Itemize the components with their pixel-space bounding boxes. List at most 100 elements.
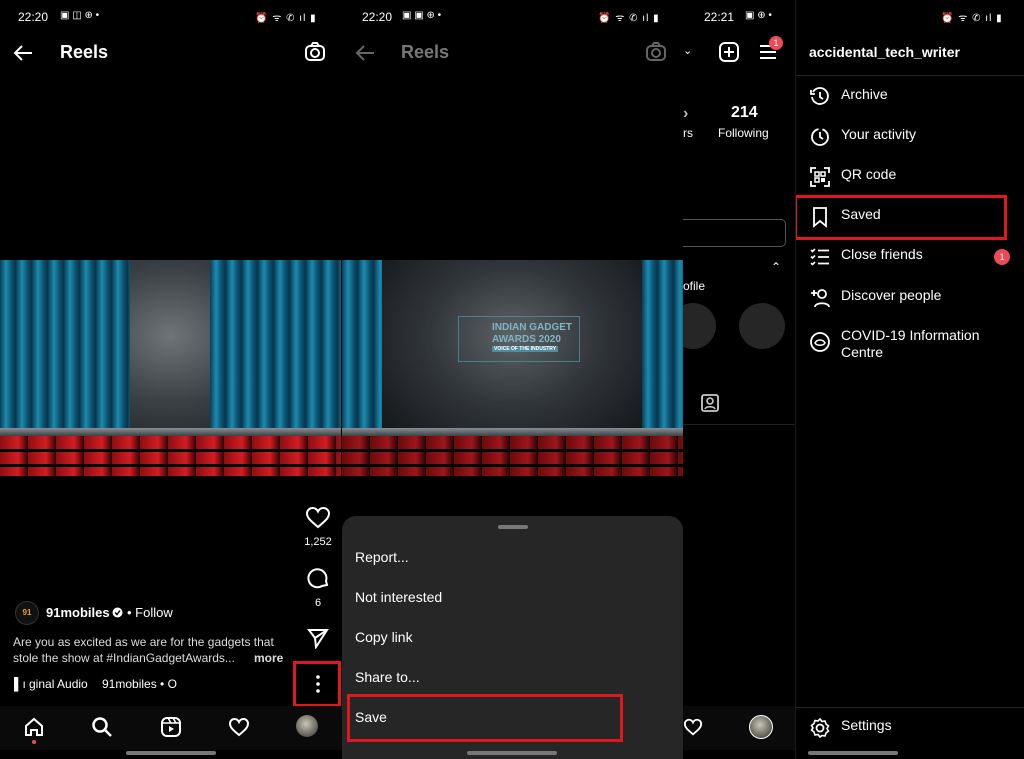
search-icon[interactable]: [91, 716, 113, 738]
menu-label: Close friends: [841, 246, 923, 262]
author-name[interactable]: 91mobiles: [46, 605, 110, 620]
status-icons-left: ▣ ▣ ⊕ •: [402, 10, 442, 21]
author-avatar[interactable]: 91: [15, 601, 39, 625]
comment-count: 6: [314, 597, 322, 609]
menu-discover-people[interactable]: Discover people: [809, 287, 941, 309]
caption-line-1: Are you as excited as we are for the gad…: [13, 635, 274, 649]
page-title: Reels: [401, 42, 450, 62]
gear-icon: [810, 717, 830, 739]
suggested-account-avatar[interactable]: [683, 303, 716, 349]
home-indicator: [126, 751, 216, 755]
side-menu-panel: ⏰ ᯤ ✆ ıl ▮ accidental_tech_writer Archiv…: [795, 0, 1024, 759]
following-count[interactable]: 214: [731, 104, 758, 122]
menu-label: COVID-19 Information: [841, 327, 980, 343]
profile-panel: 22:21 ▣ ⊕ • ⌄ 1 › rs 214 Following ⌃ ofi…: [683, 0, 795, 759]
menu-label: Archive: [841, 86, 888, 102]
profile-avatar[interactable]: [749, 715, 773, 739]
menu-label: Discover people: [841, 287, 942, 303]
like-heart-icon[interactable]: [305, 506, 331, 530]
tagged-icon[interactable]: [700, 393, 720, 413]
covid-info-icon: [810, 332, 830, 352]
more-options-highlight: [293, 661, 341, 707]
close-friends-icon: [810, 248, 829, 266]
profile-partial-text: ofile: [683, 279, 706, 293]
menu-report[interactable]: Report...: [355, 549, 409, 565]
bottom-nav: [0, 706, 342, 750]
video-logo-line-1: INDIAN GADGET: [492, 322, 572, 333]
caption-more-link[interactable]: more: [254, 651, 283, 665]
home-indicator: [808, 751, 898, 755]
camera-icon[interactable]: [304, 41, 326, 63]
add-person-icon: [811, 289, 830, 308]
share-send-icon[interactable]: [307, 627, 329, 649]
status-time: 22:20: [362, 10, 393, 24]
home-icon[interactable]: [23, 716, 45, 738]
reel-video[interactable]: [0, 260, 341, 476]
status-icons-right: ⏰ ᯤ ✆ ıl ▮: [941, 13, 1003, 24]
comment-icon[interactable]: [306, 566, 330, 590]
menu-close-friends[interactable]: Close friends: [809, 246, 923, 268]
back-arrow-icon[interactable]: [354, 42, 376, 64]
qr-code-icon: [810, 167, 830, 187]
back-arrow-icon[interactable]: [12, 42, 34, 64]
archive-icon: [810, 87, 829, 105]
status-icons-left: ▣ ◫ ⊕ •: [60, 10, 100, 21]
followers-count-partial: ›: [683, 105, 689, 122]
menu-copy-link[interactable]: Copy link: [355, 629, 413, 645]
username-heading: accidental_tech_writer: [809, 44, 960, 60]
reels-panel-1: 22:20 ▣ ◫ ⊕ • ⏰ ᯤ ✆ ıl ▮ Reels 1,252 6 9…: [0, 0, 342, 759]
menu-your-activity[interactable]: Your activity: [809, 126, 916, 148]
following-label[interactable]: Following: [718, 126, 769, 140]
create-post-icon[interactable]: [718, 41, 740, 63]
status-icons-right: ⏰ ᯤ ✆ ıl ▮: [598, 13, 660, 24]
options-bottom-sheet: Report... Not interested Copy link Share…: [342, 516, 683, 759]
audio-text[interactable]: ginal Audio: [29, 677, 88, 691]
menu-share-to[interactable]: Share to...: [355, 669, 420, 685]
reel-video[interactable]: INDIAN GADGET AWARDS 2020 VOICE OF THE I…: [342, 260, 683, 476]
heart-icon[interactable]: [683, 717, 703, 737]
bottom-nav: [683, 706, 795, 750]
menu-label: QR code: [841, 166, 897, 182]
divider: [683, 424, 795, 425]
followers-label-partial[interactable]: rs: [683, 126, 693, 140]
caption-line-2: stole the show at #IndianGadgetAwards...: [13, 651, 235, 665]
follow-link[interactable]: • Follow: [127, 605, 173, 620]
close-friends-badge: 1: [994, 249, 1010, 265]
activity-icon: [811, 128, 829, 146]
menu-covid-info[interactable]: COVID-19 Information Centre: [809, 327, 980, 361]
settings-label: Settings: [841, 717, 892, 733]
audio-author[interactable]: 91mobiles • O: [102, 677, 177, 691]
menu-label: Your activity: [841, 126, 916, 142]
video-logo-line-3: VOICE OF THE INDUSTRY: [492, 346, 559, 352]
video-logo-line-2: AWARDS 2020: [492, 334, 561, 345]
save-highlight: [347, 694, 623, 742]
divider: [796, 707, 1024, 708]
chevron-up-icon[interactable]: ⌃: [771, 260, 781, 274]
page-title: Reels: [60, 42, 109, 62]
reels-icon[interactable]: [160, 716, 182, 738]
menu-not-interested[interactable]: Not interested: [355, 589, 442, 605]
edit-profile-button[interactable]: [683, 219, 786, 247]
menu-badge: 1: [769, 36, 783, 50]
status-icons-right: ⏰ ᯤ ✆ ıl ▮: [255, 13, 317, 24]
verified-badge-icon: [112, 607, 123, 618]
heart-icon[interactable]: [228, 717, 250, 737]
status-time: 22:20: [18, 10, 49, 24]
profile-avatar[interactable]: [296, 715, 318, 737]
settings-button[interactable]: Settings: [809, 717, 892, 739]
menu-qr-code[interactable]: QR code: [809, 166, 896, 188]
home-indicator: [467, 751, 557, 755]
like-count: 1,252: [304, 536, 332, 548]
audio-bars-icon: ▌ı: [14, 677, 26, 691]
sheet-drag-handle[interactable]: [498, 525, 528, 529]
partial-chevron: ⌄: [683, 45, 693, 57]
status-time: 22:21: [704, 10, 735, 24]
camera-icon[interactable]: [645, 41, 667, 63]
suggested-account-avatar[interactable]: [739, 303, 785, 349]
divider: [796, 75, 1024, 76]
home-notification-dot: [32, 740, 36, 744]
menu-archive[interactable]: Archive: [809, 86, 888, 108]
menu-label-line-2: Centre: [841, 344, 884, 360]
saved-highlight: [796, 195, 1007, 240]
status-icons-left: ▣ ⊕ •: [745, 10, 772, 21]
